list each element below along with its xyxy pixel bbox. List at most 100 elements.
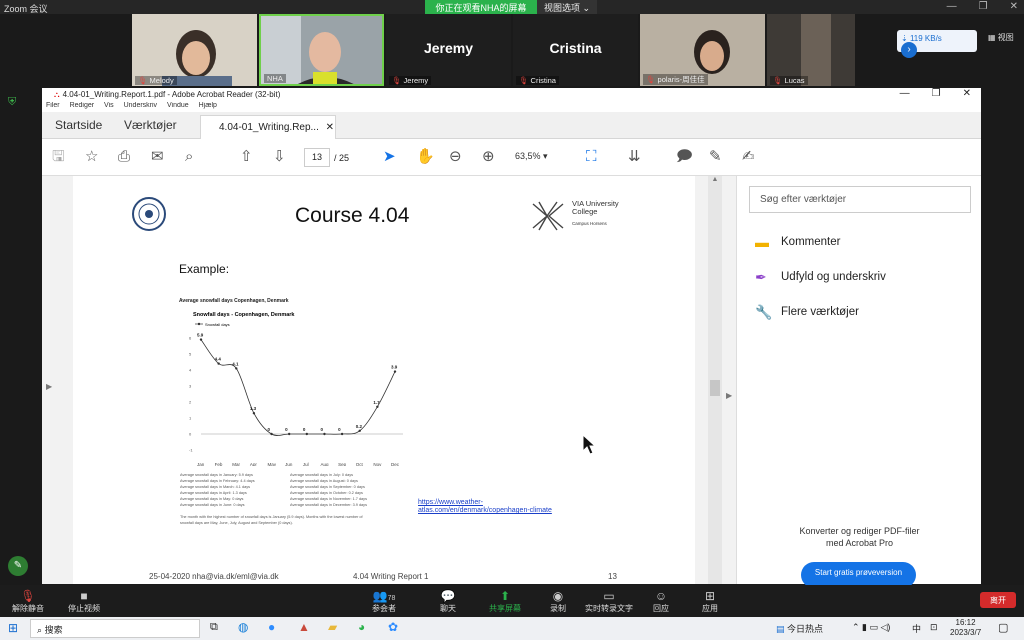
- scrollbar-thumb[interactable]: [710, 380, 720, 396]
- chat-button[interactable]: 💬 聊天: [436, 589, 460, 614]
- page-up-icon[interactable]: ⇧: [240, 149, 253, 165]
- page-down-icon[interactable]: ⇩: [273, 149, 286, 165]
- restore-icon[interactable]: ❐: [932, 88, 941, 99]
- record-icon: ◉: [552, 589, 564, 603]
- app-icon[interactable]: ▲: [298, 620, 310, 634]
- unmute-button[interactable]: 🎙 解除静音: [10, 589, 46, 614]
- participant-tile-jeremy[interactable]: Jeremy 🎙 Jeremy: [386, 14, 511, 86]
- bookmark-star-icon[interactable]: ☆: [85, 149, 98, 165]
- zoom-level-select[interactable]: 63,5% ▾: [515, 151, 548, 162]
- participant-tile-polaris[interactable]: 🎙 polaris-周佳佳: [640, 14, 765, 86]
- acrobat-menubar: Filer Rediger Vis Underskriv Vindue Hjæl…: [42, 102, 981, 112]
- select-cursor-icon[interactable]: ➤: [383, 149, 396, 165]
- menu-window[interactable]: Vindue: [167, 102, 189, 109]
- x-tick-label: Jul: [303, 462, 309, 466]
- menu-help[interactable]: Hjælp: [199, 102, 217, 109]
- participant-tile-melody[interactable]: 🎙 Melody: [132, 14, 257, 86]
- ime-mode-icon[interactable]: ⊡: [930, 622, 938, 633]
- tab-document[interactable]: 4.04-01_Writing.Rep... ✕: [200, 115, 336, 139]
- view-button[interactable]: ▦ 视图: [988, 32, 1014, 43]
- task-view-icon[interactable]: ⧉: [210, 621, 218, 634]
- participant-tile-lucas[interactable]: 🎙 Lucas: [767, 14, 855, 86]
- data-point: [340, 432, 344, 436]
- ime-indicator[interactable]: 中: [912, 622, 921, 635]
- zoom-out-icon[interactable]: ⊖: [449, 149, 462, 165]
- document-viewport[interactable]: ▶ Course 4.04 VIA University College Camp…: [42, 176, 736, 584]
- wechat-icon[interactable]: ◕: [358, 620, 365, 634]
- minimize-icon[interactable]: —: [900, 88, 910, 99]
- right-pane-toggle-icon[interactable]: ▶: [726, 391, 732, 400]
- via-logo-icon: [532, 201, 564, 231]
- participant-tile-nha[interactable]: NHA: [259, 14, 384, 86]
- menu-file[interactable]: Filer: [46, 102, 60, 109]
- edge-icon[interactable]: ◍: [238, 620, 248, 634]
- scroll-mode-icon[interactable]: ⇊: [628, 149, 641, 165]
- share-screen-button[interactable]: ⬆ 共享屏幕: [488, 589, 522, 614]
- zoom-search-icon[interactable]: ⌕: [185, 149, 193, 165]
- weather-atlas-link[interactable]: https://www.weather-atlas.com/en/denmark…: [418, 499, 552, 515]
- notification-icon[interactable]: ▢: [998, 621, 1008, 634]
- highlight-pen-icon[interactable]: ✎: [709, 149, 722, 165]
- participants-button[interactable]: 👥78 参会者: [368, 589, 400, 614]
- folder-icon[interactable]: ▰: [328, 620, 337, 634]
- close-icon[interactable]: ✕: [963, 88, 971, 99]
- print-icon[interactable]: ⎙: [118, 149, 130, 165]
- save-icon[interactable]: 🖫: [52, 149, 65, 165]
- data-label: 0: [303, 427, 306, 432]
- news-widget[interactable]: ▤ 今日热点: [776, 622, 823, 635]
- menu-edit[interactable]: Rediger: [70, 102, 95, 109]
- sign-icon[interactable]: ✍: [742, 149, 755, 165]
- tool-more-tools[interactable]: 🔧 Flere værktøjer: [755, 304, 859, 320]
- comment-icon[interactable]: 🗩: [676, 149, 693, 165]
- x-tick-label: Feb: [215, 462, 223, 466]
- reactions-button[interactable]: ☺ 回应: [650, 589, 672, 614]
- participant-tile-cristina[interactable]: Cristina 🎙 Cristina: [513, 14, 638, 86]
- x-tick-label: May: [268, 462, 277, 466]
- app2-icon[interactable]: ✿: [388, 620, 398, 634]
- menu-view[interactable]: Vis: [104, 102, 114, 109]
- tray-icons[interactable]: ⌃ ▮ ▭ ◁): [852, 622, 890, 633]
- x-tick-label: Nov: [373, 462, 382, 466]
- fit-page-icon[interactable]: ⛶: [586, 149, 597, 165]
- zoom-titlebar: Zoom 会议 你正在观看NHA的屏幕 视图选项 ⌄ — ❐ ✕: [0, 0, 1024, 14]
- tab-tools[interactable]: Værktøjer: [124, 118, 177, 132]
- leave-button[interactable]: 离开: [980, 592, 1016, 608]
- zoom-app-icon[interactable]: ●: [268, 620, 275, 634]
- email-icon[interactable]: ✉: [151, 149, 164, 165]
- mic-muted-icon: 🎙: [138, 76, 148, 85]
- promo-line-1: Konverter og rediger PDF-filer: [799, 526, 920, 536]
- tab-home[interactable]: Startside: [55, 118, 102, 132]
- next-page-icon[interactable]: ›: [901, 42, 917, 58]
- left-panel-toggle-icon[interactable]: ▶: [46, 382, 52, 391]
- record-button[interactable]: ◉ 录制: [548, 589, 568, 614]
- view-options-button[interactable]: 视图选项 ⌄: [537, 0, 597, 14]
- zoom-controls: 🎙 解除静音 ■ 停止视频 👥78 参会者 💬 聊天 ⬆ 共享屏幕 ◉ 录制 ▭ 实时转录文字…: [0, 585, 1024, 617]
- menu-sign[interactable]: Underskriv: [124, 102, 157, 109]
- mic-muted-icon: 🎙: [392, 76, 402, 85]
- promo-line-2: med Acrobat Pro: [825, 538, 894, 548]
- hand-tool-icon[interactable]: ✋: [416, 149, 435, 165]
- mic-muted-icon: 🎙: [773, 76, 783, 85]
- apps-button[interactable]: ⊞ 应用: [699, 589, 721, 614]
- captions-button[interactable]: ▭ 实时转录文字: [585, 589, 633, 614]
- stop-video-button[interactable]: ■ 停止视频: [64, 589, 104, 614]
- zoom-in-icon[interactable]: ⊕: [482, 149, 495, 165]
- x-tick-label: Aug: [320, 462, 329, 466]
- page-number-input[interactable]: 13: [304, 148, 330, 167]
- taskbar-search-input[interactable]: ⌕ 搜索: [30, 619, 200, 638]
- clock[interactable]: 16:12 2023/3/7: [950, 618, 981, 638]
- annotate-icon[interactable]: ✎: [8, 556, 28, 576]
- tool-comment[interactable]: ▬ Kommenter: [755, 234, 840, 250]
- x-tick-label: Jan: [197, 462, 205, 466]
- restore-icon[interactable]: ❐: [979, 1, 988, 12]
- tools-search-input[interactable]: Søg efter værktøjer: [749, 186, 971, 213]
- acrobat-window: ⛬ 4.04-01_Writing.Report.1.pdf - Adobe Ac…: [42, 88, 981, 588]
- windows-start-icon[interactable]: ⊞: [8, 621, 18, 635]
- tool-fill-sign[interactable]: ✒ Udfyld og underskriv: [755, 269, 886, 285]
- minimize-icon[interactable]: —: [947, 1, 957, 12]
- participant-gallery: 🎙 Melody NHA Jeremy 🎙 Jeremy Cristina 🎙 Cri…: [0, 14, 1024, 86]
- stats-right: Average snowfall days in July: 0 days Ave…: [290, 472, 367, 508]
- close-icon[interactable]: ✕: [1010, 1, 1018, 12]
- close-tab-icon[interactable]: ✕: [326, 122, 334, 133]
- y-tick-label: 6: [189, 336, 192, 341]
